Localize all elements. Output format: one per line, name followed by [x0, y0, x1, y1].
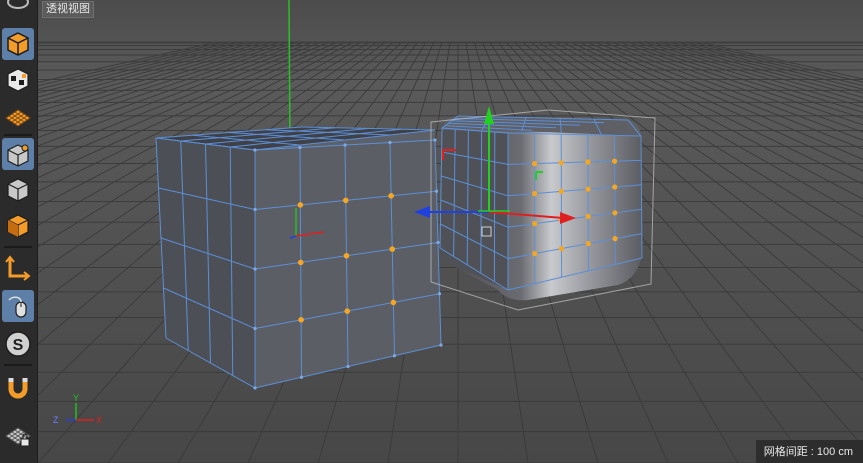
wire-edge — [587, 134, 589, 271]
wire-vertex — [436, 240, 440, 245]
axis-label-y: Y — [73, 393, 79, 403]
wire-vertex — [299, 375, 304, 379]
texture-mode-icon[interactable] — [2, 64, 34, 96]
selected-point — [612, 184, 618, 190]
selected-point — [297, 202, 304, 208]
magnet-icon[interactable] — [2, 372, 34, 404]
selected-point — [389, 246, 396, 252]
selected-point — [297, 259, 304, 266]
grid-spacing-separator: : — [807, 446, 817, 458]
lock-workplane-icon[interactable] — [2, 418, 34, 450]
model-mode-icon[interactable] — [2, 28, 34, 60]
selected-point — [532, 221, 538, 227]
wire-vertex — [388, 140, 392, 145]
svg-text:S: S — [13, 337, 24, 354]
viewport-scene: Y Z X — [38, 0, 863, 463]
axis-mode-icon[interactable] — [2, 252, 34, 284]
polygons-mode-icon[interactable] — [2, 210, 34, 242]
axis-label-x: X — [96, 415, 102, 425]
selected-point — [558, 246, 565, 252]
wire-vertex — [253, 386, 257, 390]
perspective-viewport[interactable]: Y Z X — [38, 0, 863, 463]
selected-point — [532, 251, 538, 257]
wire-vertex — [298, 145, 302, 150]
selected-point — [585, 186, 591, 192]
selected-point — [585, 213, 591, 219]
wire-vertex — [392, 354, 397, 358]
wire-vertex — [253, 148, 257, 152]
wire-vertex — [437, 292, 442, 296]
wire-vertex — [343, 143, 347, 147]
view-label[interactable]: 透视视图 — [42, 1, 94, 18]
axis-label-z: Z — [53, 415, 59, 425]
selected-point — [390, 299, 397, 306]
points-mode-icon[interactable] — [2, 138, 34, 170]
wire-vertex — [346, 364, 350, 369]
edges-mode-icon[interactable] — [2, 174, 34, 206]
wire-vertex — [253, 207, 257, 212]
wire-vertex — [439, 343, 443, 347]
selected-point — [532, 191, 538, 197]
grid-spacing-label: 网格间距 — [763, 446, 808, 458]
snapping-icon[interactable]: S — [2, 328, 34, 360]
selected-point — [532, 161, 538, 167]
selected-point — [344, 308, 351, 314]
selected-point — [388, 193, 394, 199]
world-y-axis — [288, 0, 291, 149]
selected-point — [558, 160, 564, 166]
mode-toolbar: S — [0, 0, 38, 463]
workplane-mode-icon[interactable] — [2, 100, 34, 132]
selected-point — [585, 241, 591, 247]
selected-point — [342, 197, 349, 204]
selected-point — [611, 158, 618, 164]
wire-vertex — [253, 267, 257, 271]
selected-point — [612, 236, 618, 242]
wire-vertex — [434, 189, 439, 193]
selected-point — [343, 252, 350, 259]
left-cube[interactable] — [155, 126, 443, 390]
selected-point — [558, 188, 564, 194]
wire-vertex — [433, 138, 437, 142]
wire-vertex — [253, 326, 257, 331]
selected-point — [585, 159, 591, 165]
grid-spacing-value: 100 cm — [816, 446, 853, 458]
tweak-mode-icon[interactable] — [2, 290, 34, 322]
view-cube-icon[interactable] — [2, 0, 34, 20]
grid-spacing-readout: 网格间距 : 100 cm — [755, 440, 863, 463]
selected-point — [612, 210, 618, 216]
selected-point — [298, 317, 304, 323]
